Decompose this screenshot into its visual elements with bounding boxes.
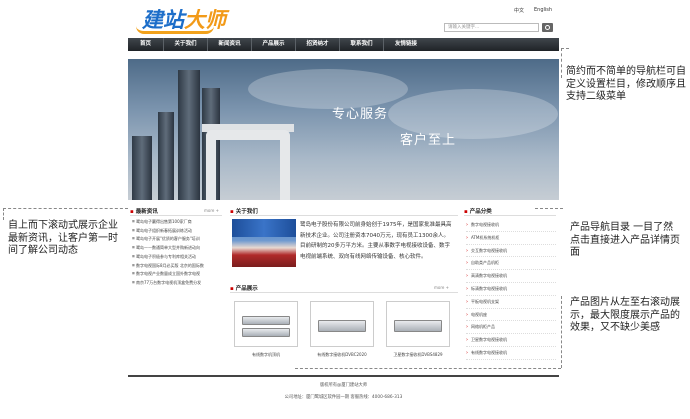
website-preview: 建站大师 中文 English 请输入关键字... 首页 关于我们 新闻资讯 产…	[128, 0, 559, 419]
callout-connector	[535, 208, 563, 209]
about-photo-backdrop	[232, 219, 296, 237]
news-divider	[130, 215, 222, 216]
lang-english-link[interactable]: English	[534, 7, 552, 13]
list-item[interactable]: 自助类产品机柜	[466, 257, 556, 271]
nav-item-jobs[interactable]: 招贤纳才	[296, 38, 340, 51]
about-text: 鹭岛电子股份有限公司前身始创于1975年，是国家批准最具高新技术企业。公司注册资…	[300, 222, 452, 260]
callout-connector	[3, 208, 4, 220]
about-divider	[230, 215, 458, 216]
banner-tower	[132, 136, 152, 200]
callout-connector	[561, 48, 569, 49]
nav-item-contact[interactable]: 联系我们	[340, 38, 384, 51]
nav-item-home[interactable]: 首页	[128, 38, 164, 51]
nav-item-products[interactable]: 产品展示	[252, 38, 296, 51]
list-item[interactable]: 数字电视接收机	[466, 219, 556, 232]
products-divider	[230, 292, 458, 293]
list-item[interactable]: 鹭岛——数通简单大型并购新进动向	[132, 245, 224, 250]
list-item[interactable]: 网络机柜产品	[466, 321, 556, 335]
list-item[interactable]: 鹭岛电子组织新春拓展训练活动	[132, 228, 224, 233]
callout-connector	[561, 48, 562, 78]
product-image	[318, 320, 366, 332]
list-item[interactable]: 高清数字电视接收机	[466, 270, 556, 283]
categories-divider	[464, 215, 556, 216]
logo-swoosh-graphic	[136, 26, 214, 34]
news-list: 鹭岛电子赢得出售第100家厂商 鹭岛电子组织新春拓展训练活动 鹭岛电子开展"优质…	[132, 219, 224, 289]
footer-address: 公司地址：厦门鹭城区软件园一期 客服热线：4000-686-313	[284, 395, 403, 400]
news-heading: ▪ 最新资讯	[130, 209, 158, 215]
main-nav: 首页 关于我们 新闻资讯 产品展示 招贤纳才 联系我们 友情链接	[128, 38, 559, 51]
products-more-link[interactable]: more +	[434, 285, 449, 290]
hero-banner: 专心服务 客户至上	[128, 59, 559, 200]
product-image	[394, 320, 442, 332]
list-item[interactable]: 南京77万台数字电视机顶盒免费分发	[132, 280, 224, 285]
callout-connector	[3, 208, 128, 209]
list-item[interactable]: ATM机系统机柜	[466, 232, 556, 245]
categories-heading: ▪ 产品分类	[464, 209, 492, 215]
footer-copyright: 版权所有@厦门建站大师	[319, 383, 368, 388]
product-card[interactable]	[386, 301, 450, 347]
list-item[interactable]: 卫星数字电视接收机	[466, 334, 556, 347]
banner-slogan-1: 专心服务	[332, 107, 389, 122]
products-heading: ▪ 产品展示	[230, 286, 258, 292]
product-card[interactable]	[310, 301, 374, 347]
product-image	[242, 316, 290, 325]
list-item[interactable]: 数字电视国际8月必买版 北京的国际数	[132, 263, 224, 268]
lang-chinese-link[interactable]: 中文	[514, 7, 524, 14]
list-item[interactable]: 标清数字电视接收机	[466, 283, 556, 296]
search-input[interactable]: 请输入关键字...	[444, 23, 539, 32]
callout-products: 产品图片从左至右滚动展示，最大限度展示产品的效果，又不缺少美感	[570, 297, 680, 333]
product-caption[interactable]: 有线数字机顶机	[231, 352, 301, 358]
callout-connector	[295, 368, 561, 369]
about-photo	[232, 219, 296, 267]
product-image	[242, 328, 290, 337]
product-card[interactable]	[234, 301, 298, 347]
nav-item-news[interactable]: 新闻资讯	[208, 38, 252, 51]
nav-item-links[interactable]: 友情链接	[384, 38, 428, 51]
product-caption[interactable]: 有线数字接收机DVBC2020	[307, 352, 377, 358]
banner-arch	[206, 130, 290, 200]
callout-news: 自上而下滚动式展示企业最新资讯，让客户第一时间了解公司动态	[8, 220, 118, 256]
list-item[interactable]: 鹭岛电子积极参与专利库相关活动	[132, 254, 224, 259]
list-item[interactable]: 电视机座	[466, 309, 556, 322]
list-item[interactable]: 鹭岛电子赢得出售第100家厂商	[132, 219, 224, 224]
banner-tower	[178, 70, 200, 200]
list-item[interactable]: 平板电视机支架	[466, 296, 556, 309]
banner-slogan-2: 客户至上	[400, 133, 457, 148]
callout-categories: 产品导航目录 一目了然 点击直接进入产品详情页面	[570, 222, 680, 258]
footer-bar	[128, 375, 559, 377]
list-item[interactable]: 交互数字电视接收机	[466, 245, 556, 258]
about-heading: ▪ 关于我们	[230, 209, 258, 215]
news-more-link[interactable]: more +	[204, 208, 219, 213]
category-list: 数字电视接收机 ATM机系统机柜 交互数字电视接收机 自助类产品机柜 高清数字电…	[466, 219, 556, 360]
nav-item-about[interactable]: 关于我们	[164, 38, 208, 51]
callout-connector	[561, 296, 562, 368]
list-item[interactable]: 鹭岛电子开展"优质的客户服务"培训	[132, 236, 224, 241]
callout-nav: 简约而不简单的导航栏可自定义设置栏目，修改顺序且支持二级菜单	[566, 66, 686, 102]
product-caption[interactable]: 卫星数字接收机DVBS4829	[383, 352, 453, 358]
banner-tower	[158, 112, 174, 200]
search-button[interactable]	[542, 23, 553, 32]
list-item[interactable]: 有线数字电视接收机	[466, 347, 556, 360]
list-item[interactable]: 数字电视产业数量成立国外数字电视	[132, 271, 224, 276]
